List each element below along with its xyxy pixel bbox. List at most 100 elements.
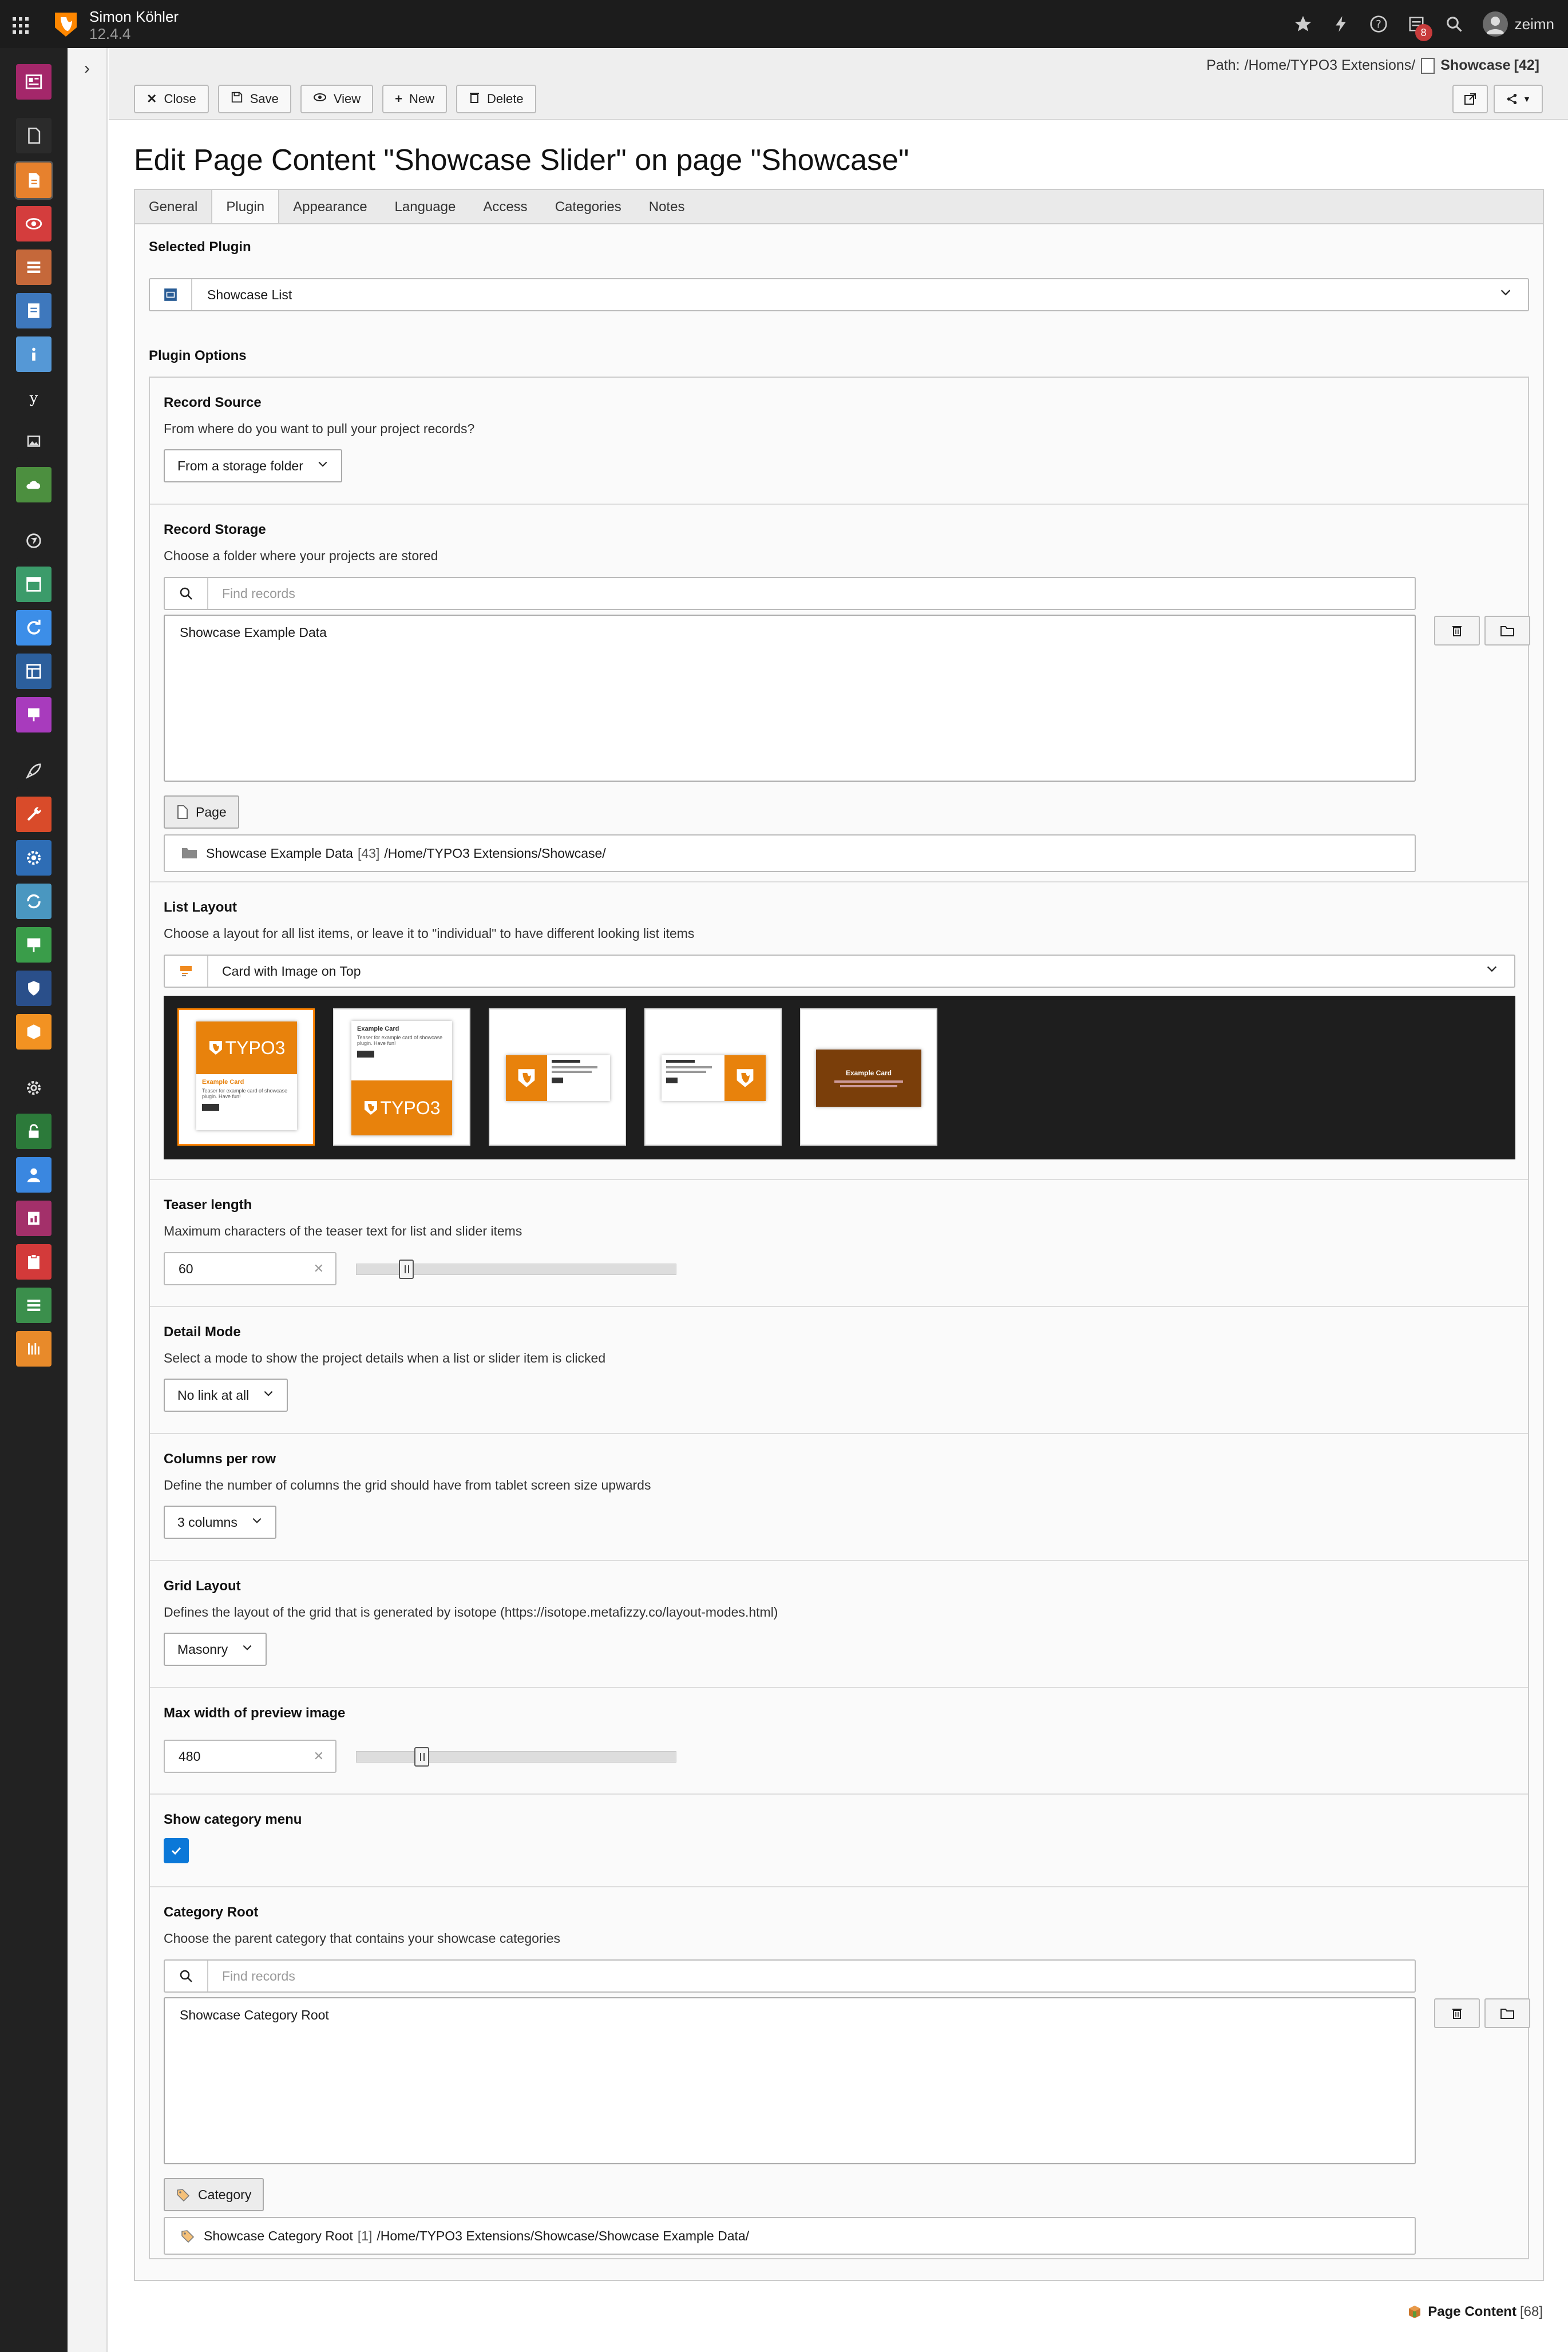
layout-thumb-image-top[interactable]: TYPO3 Example Card Teaser for example ca…: [177, 1008, 315, 1146]
presentation-module-icon[interactable]: [16, 697, 52, 732]
slider-handle[interactable]: [399, 1260, 414, 1279]
sync-module-icon[interactable]: [16, 884, 52, 919]
close-icon: ✕: [146, 92, 157, 106]
username[interactable]: zeimn: [1515, 15, 1554, 33]
browse-records-button[interactable]: [1484, 616, 1530, 646]
grid-layout-select[interactable]: Masonry: [164, 1633, 267, 1666]
info-module-icon[interactable]: [16, 336, 52, 372]
search-placeholder: Find records: [222, 586, 295, 601]
layout-thumb-image-left[interactable]: [489, 1008, 626, 1146]
tab-notes[interactable]: Notes: [635, 190, 699, 224]
remove-category-button[interactable]: [1434, 1998, 1480, 2028]
extensions-module-icon[interactable]: [16, 1014, 52, 1050]
layout-thumb-image-right[interactable]: [644, 1008, 782, 1146]
avatar[interactable]: [1482, 11, 1508, 37]
page-module-icon[interactable]: [16, 163, 52, 198]
record-storage-list[interactable]: Showcase Example Data: [164, 615, 1416, 782]
sites-module-icon[interactable]: [16, 523, 52, 559]
teaser-length-value: 60: [179, 1261, 193, 1276]
slider-handle[interactable]: [414, 1747, 429, 1767]
star-icon[interactable]: [1292, 13, 1314, 35]
category-menu-checkbox[interactable]: [164, 1838, 189, 1863]
share-button[interactable]: ▼: [1494, 85, 1543, 113]
web-module-icon[interactable]: [16, 118, 52, 153]
max-width-input[interactable]: 480 ✕: [164, 1740, 336, 1773]
tab-language[interactable]: Language: [381, 190, 470, 224]
template-module-icon[interactable]: [16, 567, 52, 602]
category-root-section: Category Root Choose the parent category…: [150, 1887, 1530, 2258]
category-root-list[interactable]: Showcase Category Root: [164, 1997, 1416, 2164]
rocket-icon[interactable]: [16, 753, 52, 789]
help-icon[interactable]: ?: [1367, 13, 1390, 35]
grid-layout-label: Grid Layout: [164, 1578, 241, 1594]
teaser-length-slider[interactable]: [356, 1260, 676, 1279]
forms-module-icon[interactable]: [16, 293, 52, 328]
category-root-selected-record[interactable]: Showcase Category Root [1] /Home/TYPO3 E…: [164, 2217, 1416, 2255]
clipboard-module-icon[interactable]: [16, 1244, 52, 1280]
card-layout-icon: [165, 956, 208, 987]
layout-thumb-overlay[interactable]: Example Card: [800, 1008, 937, 1146]
app-grid-icon[interactable]: [13, 17, 30, 34]
max-width-section: Max width of preview image 480 ✕: [150, 1688, 1528, 1795]
media-module-icon[interactable]: [16, 423, 52, 459]
list-layout-select[interactable]: Card with Image on Top: [164, 955, 1515, 988]
typo3-logo[interactable]: [53, 10, 79, 38]
shield-icon[interactable]: [16, 971, 52, 1006]
max-width-slider[interactable]: [356, 1747, 676, 1767]
save-button[interactable]: Save: [217, 85, 291, 113]
columns-per-row-desc: Define the number of columns the grid sh…: [164, 1478, 651, 1492]
refresh-module-icon[interactable]: [16, 610, 52, 646]
delete-button[interactable]: Delete: [456, 85, 536, 113]
settings-module-icon[interactable]: [16, 840, 52, 876]
layout-thumb-image-bottom[interactable]: Example Card Teaser for example card of …: [333, 1008, 470, 1146]
reports-module-icon[interactable]: [16, 927, 52, 963]
list-layout-section: List Layout Choose a layout for all list…: [150, 882, 1528, 1180]
list-item[interactable]: Showcase Example Data: [180, 625, 327, 640]
remove-record-button[interactable]: [1434, 616, 1480, 646]
clear-icon[interactable]: ✕: [314, 1749, 324, 1764]
tab-access[interactable]: Access: [469, 190, 541, 224]
log-module-icon[interactable]: [16, 1331, 52, 1367]
tab-general[interactable]: General: [135, 190, 211, 224]
view-module-icon[interactable]: [16, 206, 52, 241]
teaser-length-input[interactable]: 60 ✕: [164, 1252, 336, 1285]
tab-plugin[interactable]: Plugin: [211, 189, 280, 225]
system-info-icon[interactable]: 8: [1405, 13, 1432, 41]
scheduler-module-icon[interactable]: [16, 1201, 52, 1236]
list-item[interactable]: Showcase Category Root: [180, 2007, 329, 2023]
lightning-icon[interactable]: [1329, 13, 1352, 35]
plugin-select[interactable]: Showcase List: [149, 278, 1529, 311]
columns-per-row-select[interactable]: 3 columns: [164, 1506, 276, 1539]
record-title: Showcase Example Data: [206, 845, 353, 861]
backend-layout-icon[interactable]: [16, 654, 52, 689]
dashboard-module-icon[interactable]: [16, 64, 52, 100]
folder-icon: [182, 848, 197, 858]
category-root-search[interactable]: Find records: [164, 1959, 1416, 1993]
wrench-icon[interactable]: [16, 797, 52, 832]
lock-icon[interactable]: [16, 1114, 52, 1149]
tab-categories[interactable]: Categories: [541, 190, 635, 224]
new-button[interactable]: + New: [382, 85, 448, 113]
tab-appearance[interactable]: Appearance: [279, 190, 381, 224]
yoast-seo-icon[interactable]: y: [16, 380, 52, 415]
view-button[interactable]: View: [300, 85, 374, 113]
record-source-select[interactable]: From a storage folder: [164, 449, 342, 482]
path-page-title[interactable]: Showcase: [1440, 57, 1510, 74]
browse-categories-button[interactable]: [1484, 1998, 1530, 2028]
version-label: 12.4.4: [89, 25, 131, 42]
clear-icon[interactable]: ✕: [314, 1261, 324, 1276]
open-new-window-button[interactable]: [1452, 85, 1488, 113]
db-check-module-icon[interactable]: [16, 1288, 52, 1323]
list-module-icon[interactable]: [16, 250, 52, 285]
record-storage-selected-record[interactable]: Showcase Example Data [43] /Home/TYPO3 E…: [164, 834, 1416, 872]
page-type-button[interactable]: Page: [164, 795, 239, 829]
close-button[interactable]: ✕ Close: [134, 85, 209, 113]
gear-icon[interactable]: [16, 1070, 52, 1106]
user-module-icon[interactable]: [16, 1157, 52, 1193]
record-storage-search[interactable]: Find records: [164, 577, 1416, 610]
category-type-button[interactable]: Category: [164, 2178, 264, 2211]
chevron-right-icon[interactable]: ›: [77, 58, 97, 79]
cloud-module-icon[interactable]: [16, 467, 52, 502]
detail-mode-select[interactable]: No link at all: [164, 1379, 288, 1412]
search-icon[interactable]: [1443, 13, 1466, 35]
